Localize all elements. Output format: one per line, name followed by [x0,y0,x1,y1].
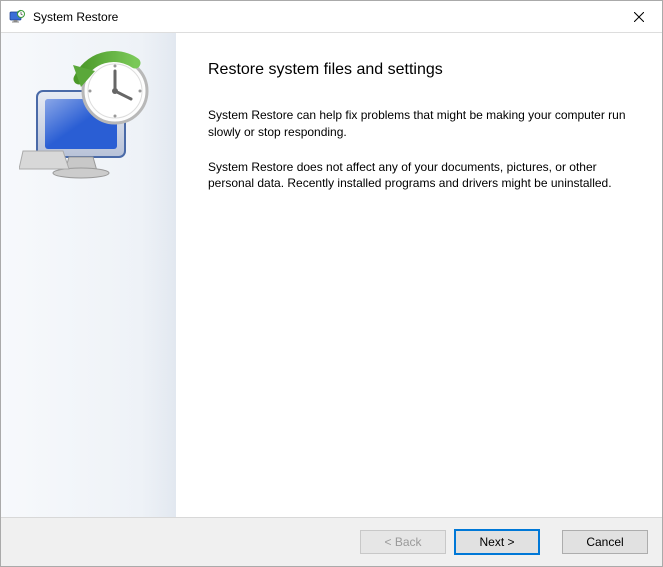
close-button[interactable] [616,1,662,32]
cancel-button[interactable]: Cancel [562,530,648,554]
back-button: < Back [360,530,446,554]
sidebar [1,33,176,517]
main-content: Restore system files and settings System… [176,33,662,517]
next-button[interactable]: Next > [454,529,540,555]
titlebar: System Restore [1,1,662,33]
intro-paragraph-2: System Restore does not affect any of yo… [208,159,628,193]
monitor-clock-restore-icon [19,51,159,206]
intro-paragraph-1: System Restore can help fix problems tha… [208,107,628,141]
wizard-body: Restore system files and settings System… [1,33,662,517]
system-restore-app-icon [9,9,25,25]
close-icon [634,12,644,22]
wizard-footer: < Back Next > Cancel [1,517,662,566]
page-heading: Restore system files and settings [208,61,634,79]
window-title: System Restore [33,10,616,24]
